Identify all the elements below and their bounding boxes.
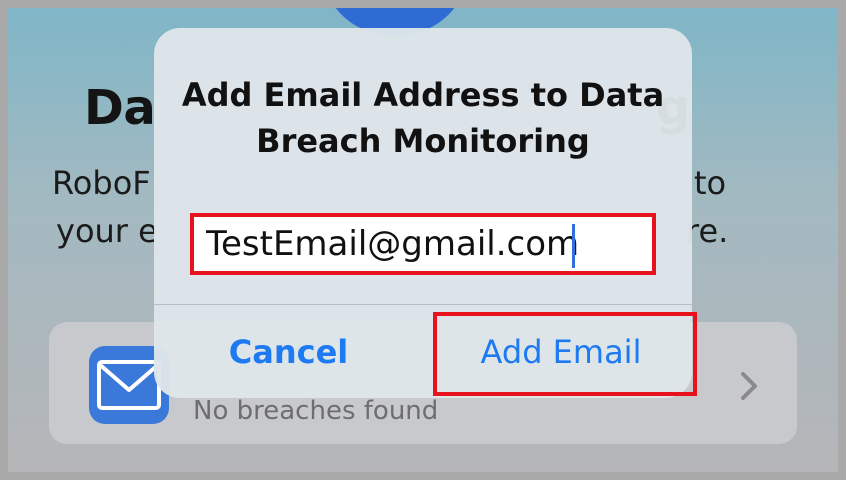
- add-email-button[interactable]: Add Email: [430, 305, 692, 398]
- screenshot-frame: Da g RoboF to your e re. No breaches fou…: [0, 0, 846, 480]
- description-line1-right: to: [694, 164, 727, 202]
- breach-status-text: No breaches found: [193, 396, 439, 426]
- dialog-title: Add Email Address to Data Breach Monitor…: [181, 76, 665, 160]
- description-line1-left: RoboF: [52, 164, 151, 202]
- chevron-right-icon: [741, 372, 757, 400]
- email-input[interactable]: [190, 213, 656, 275]
- text-cursor: [572, 224, 575, 268]
- description-line2-right: re.: [686, 212, 729, 250]
- description-line2-left: your e: [56, 212, 158, 250]
- app-screen: Da g RoboF to your e re. No breaches fou…: [8, 8, 838, 472]
- cancel-button[interactable]: Cancel: [154, 305, 423, 398]
- add-email-dialog: Add Email Address to Data Breach Monitor…: [154, 28, 692, 398]
- page-heading-left: Da: [84, 80, 156, 136]
